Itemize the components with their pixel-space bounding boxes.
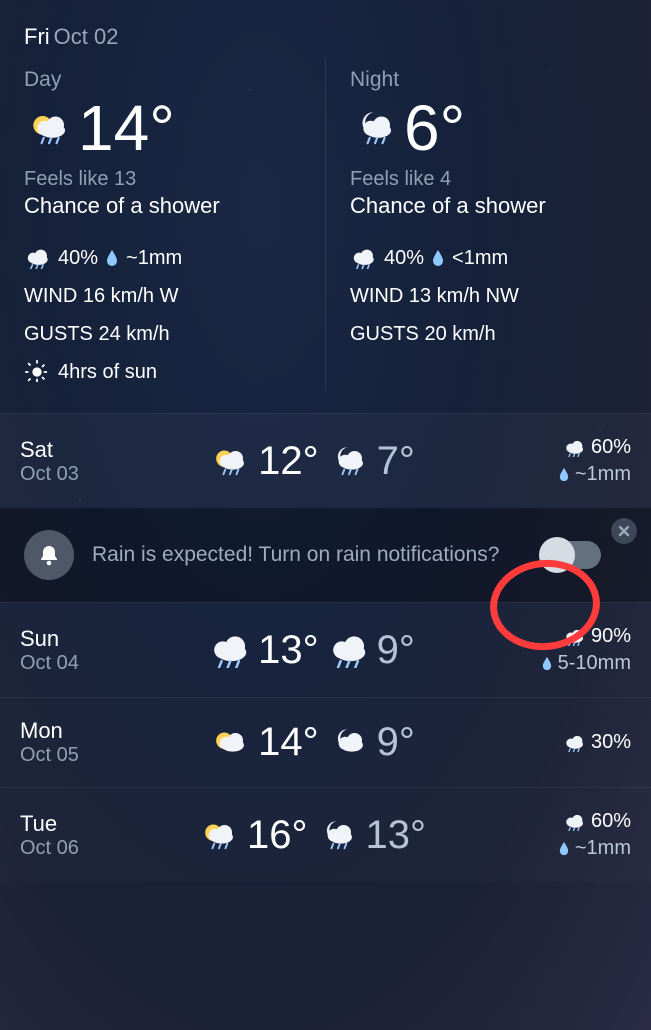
moon-cloud-rain-icon [350,108,398,148]
night-precip-amount: <1mm [452,239,508,277]
rain-notification-banner: Rain is expected! Turn on rain notificat… [0,508,651,602]
night-condition: Chance of a shower [350,193,627,219]
today-panel: Day 14° Feels like 13 Chance of a shower… [0,50,651,413]
day-feels-like: Feels like 13 [24,168,301,191]
cloud-rain-icon [24,247,50,269]
forecast-row[interactable]: MonOct 05 14° 9° 30% [0,697,651,787]
sun-hours-icon [24,359,50,385]
forecast-lo: 7° [377,439,415,484]
day-wind: WIND 16 km/h W [24,277,178,315]
forecast-lo: 13° [366,813,427,858]
forecast-weekday: Sun [20,626,112,652]
forecast-date: Oct 05 [20,744,112,767]
forecast-lo: 9° [377,720,415,765]
cloud-rain-icon [563,628,585,646]
sun-cloud-rain-icon [208,443,250,479]
forecast-row[interactable]: SatOct 03 12° 7° 60% ~1mm [0,413,651,508]
night-gusts: GUSTS 20 km/h [350,315,496,353]
forecast-precip-chance: 30% [591,729,631,756]
sun-cloud-rain-icon [197,817,239,853]
drop-icon [106,249,118,267]
forecast-hi: 14° [258,720,319,765]
forecast-precip-amount: ~1mm [575,461,631,488]
drop-icon [432,249,444,267]
weekday: Fri [24,24,50,49]
current-date: FriOct 02 [0,0,651,50]
day-precip-chance: 40% [58,239,98,277]
day-label: Day [24,68,301,92]
date-text: Oct 02 [54,24,119,49]
bell-icon [24,530,74,580]
day-gusts: GUSTS 24 km/h [24,315,170,353]
forecast-lo: 9° [377,628,415,673]
forecast-weekday: Mon [20,718,112,744]
forecast-precip-amount: 5-10mm [558,650,631,677]
forecast-date: Oct 06 [20,837,112,860]
forecast-weekday: Sat [20,437,112,463]
sun-cloud-rain-icon [24,108,72,148]
forecast-row[interactable]: SunOct 04 13° 9° 90% 5-10mm [0,602,651,697]
moon-cloud-icon [327,725,369,761]
cloud-rain-icon [563,734,585,752]
day-temp: 14° [78,96,175,160]
forecast-precip-chance: 90% [591,623,631,650]
close-notification-button[interactable] [611,518,637,544]
night-label: Night [350,68,627,92]
forecast-hi: 13° [258,628,319,673]
night-temp: 6° [404,96,465,160]
day-precip-amount: ~1mm [126,239,182,277]
forecast-precip-chance: 60% [591,808,631,835]
forecast-hi: 12° [258,439,319,484]
forecast-date: Oct 04 [20,652,112,675]
forecast-row[interactable]: TueOct 06 16° 13° 60% ~1mm [0,787,651,882]
sun-cloud-icon [208,725,250,761]
cloud-rain-icon [563,813,585,831]
drop-icon [559,841,569,856]
forecast-precip-amount: ~1mm [575,835,631,862]
moon-cloud-rain-icon [327,443,369,479]
night-column: Night 6° Feels like 4 Chance of a shower… [325,58,651,391]
day-sun-hours: 4hrs of sun [58,353,157,391]
drop-icon [542,656,552,671]
cloud-rain-icon [327,632,369,668]
rain-notification-toggle[interactable] [541,541,601,569]
forecast-weekday: Tue [20,811,112,837]
day-condition: Chance of a shower [24,193,301,219]
night-feels-like: Feels like 4 [350,168,627,191]
cloud-rain-icon [208,632,250,668]
drop-icon [559,467,569,482]
night-wind: WIND 13 km/h NW [350,277,519,315]
day-column: Day 14° Feels like 13 Chance of a shower… [0,58,325,391]
notification-text: Rain is expected! Turn on rain notificat… [92,541,523,569]
cloud-rain-icon [563,439,585,457]
forecast-list: SatOct 03 12° 7° 60% ~1mm Rain is expect… [0,413,651,882]
night-precip-chance: 40% [384,239,424,277]
cloud-rain-icon [350,247,376,269]
forecast-date: Oct 03 [20,463,112,486]
moon-cloud-rain-icon [316,817,358,853]
forecast-hi: 16° [247,813,308,858]
forecast-precip-chance: 60% [591,434,631,461]
